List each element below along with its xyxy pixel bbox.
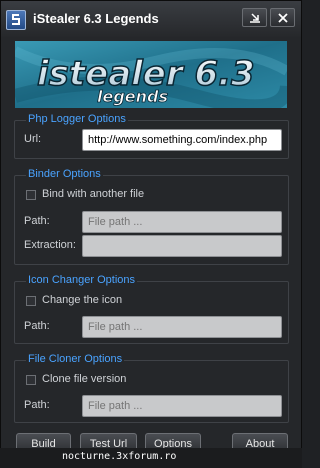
binder-group: Binder Options Bind with another file Pa…	[14, 168, 289, 265]
change-icon-checkbox[interactable]	[26, 296, 36, 306]
title-bar[interactable]: iStealer 6.3 Legends	[1, 1, 301, 37]
file-cloner-group: File Cloner Options Clone file version P…	[14, 353, 289, 423]
binder-legend: Binder Options	[26, 168, 103, 180]
change-icon-label: Change the icon	[42, 294, 123, 306]
restore-button[interactable]	[242, 8, 267, 27]
close-button[interactable]	[270, 8, 295, 27]
file-cloner-legend: File Cloner Options	[26, 353, 125, 365]
app-logo-icon	[6, 10, 26, 30]
icon-changer-group: Icon Changer Options Change the icon Pat…	[14, 274, 289, 344]
watermark-text: nocturne.3xforum.ro	[62, 451, 177, 462]
extraction-input[interactable]	[82, 235, 282, 257]
cloner-path-label: Path:	[24, 399, 50, 411]
icon-path-label: Path:	[24, 320, 50, 332]
cloner-path-input[interactable]	[82, 395, 282, 417]
clone-version-checkbox[interactable]	[26, 375, 36, 385]
restore-icon	[250, 13, 260, 23]
extraction-label: Extraction:	[24, 239, 76, 251]
binder-path-input[interactable]	[82, 211, 282, 233]
php-logger-group: Php Logger Options Url:	[14, 113, 289, 159]
url-input[interactable]	[82, 129, 282, 151]
window-title: iStealer 6.3 Legends	[33, 11, 159, 26]
bind-checkbox-label: Bind with another file	[42, 188, 145, 200]
binder-path-label: Path:	[24, 215, 50, 227]
php-logger-legend: Php Logger Options	[26, 113, 128, 125]
clone-version-label: Clone file version	[42, 373, 127, 385]
icon-path-input[interactable]	[82, 316, 282, 338]
main-window: iStealer 6.3 Legends istealer 6.3 legend…	[0, 0, 302, 462]
icon-changer-legend: Icon Changer Options	[26, 274, 138, 286]
bind-checkbox[interactable]	[26, 190, 36, 200]
close-icon	[278, 13, 288, 23]
banner-logo-sub: legends	[97, 87, 168, 106]
url-label: Url:	[24, 133, 42, 145]
banner-logo: istealer 6.3 legends	[15, 41, 287, 108]
